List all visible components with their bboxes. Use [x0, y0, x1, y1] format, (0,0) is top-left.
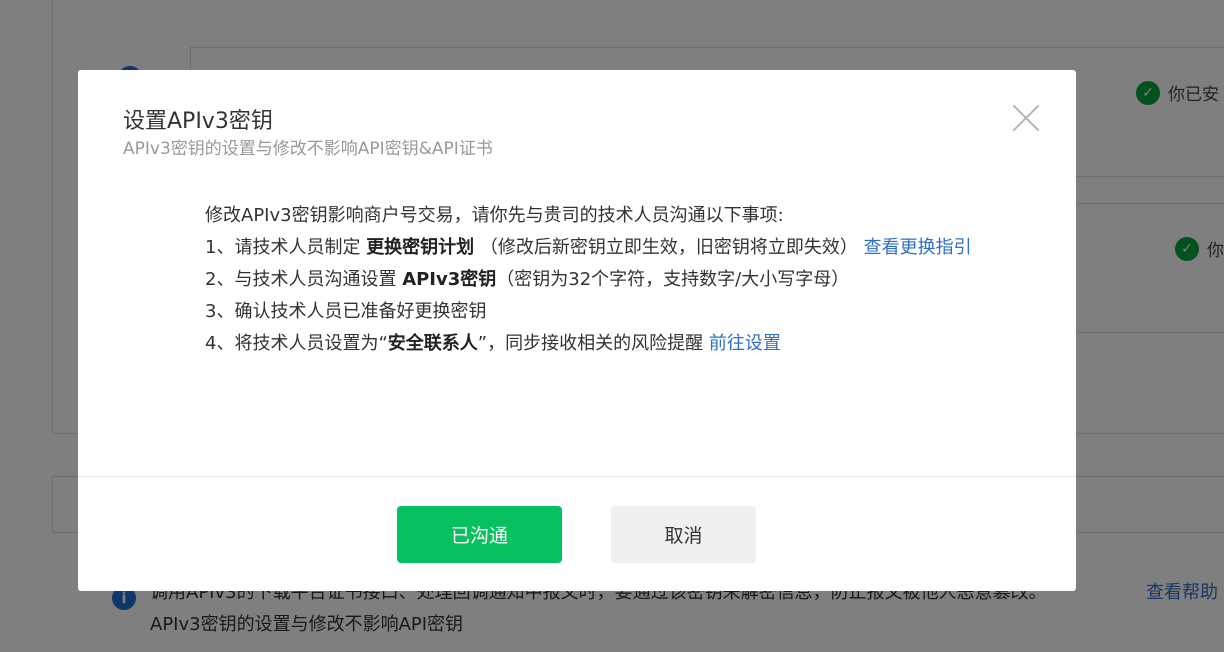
item-bold-text: 安全联系人	[387, 333, 478, 354]
item-bold-text: APIv3密钥	[402, 269, 497, 290]
close-icon[interactable]	[1012, 104, 1040, 132]
go-settings-link[interactable]: 前往设置	[709, 333, 781, 354]
dialog-title: 设置APIv3密钥	[123, 109, 273, 134]
item-text: （修改后新密钥立即生效，旧密钥将立即失效）	[474, 237, 858, 258]
dialog-intro: 修改APIv3密钥影响商户号交易，请你先与贵司的技术人员沟通以下事项:	[205, 205, 784, 226]
instruction-item-1: 1、请技术人员制定 更换密钥计划 （修改后新密钥立即生效，旧密钥将立即失效） 查…	[205, 232, 1025, 264]
instruction-item-4: 4、将技术人员设置为“安全联系人”，同步接收相关的风险提醒 前往设置	[205, 328, 1025, 360]
dialog-subtitle: APIv3密钥的设置与修改不影响API密钥&API证书	[123, 139, 493, 159]
item-text: 4、将技术人员设置为“	[205, 333, 388, 354]
instruction-item-2: 2、与技术人员沟通设置 APIv3密钥（密钥为32个字符，支持数字/大小写字母）	[205, 264, 1025, 296]
view-guide-link[interactable]: 查看更换指引	[864, 237, 972, 258]
apiv3-key-dialog: 设置APIv3密钥 APIv3密钥的设置与修改不影响API密钥&API证书 修改…	[78, 70, 1076, 591]
item-text: 2、与技术人员沟通设置	[205, 269, 403, 290]
instruction-item-3: 3、确认技术人员已准备好更换密钥	[205, 301, 487, 322]
item-text: 1、请技术人员制定	[205, 237, 367, 258]
cancel-button[interactable]: 取消	[611, 506, 756, 563]
item-bold-text: 更换密钥计划	[366, 237, 475, 258]
dialog-body: 修改APIv3密钥影响商户号交易，请你先与贵司的技术人员沟通以下事项: 1、请技…	[205, 200, 1025, 360]
item-text: （密钥为32个字符，支持数字/大小写字母）	[496, 269, 850, 290]
dialog-footer-divider	[78, 476, 1076, 477]
item-text: ”，同步接收相关的风险提醒	[477, 333, 709, 354]
confirm-communicated-button[interactable]: 已沟通	[397, 506, 562, 563]
